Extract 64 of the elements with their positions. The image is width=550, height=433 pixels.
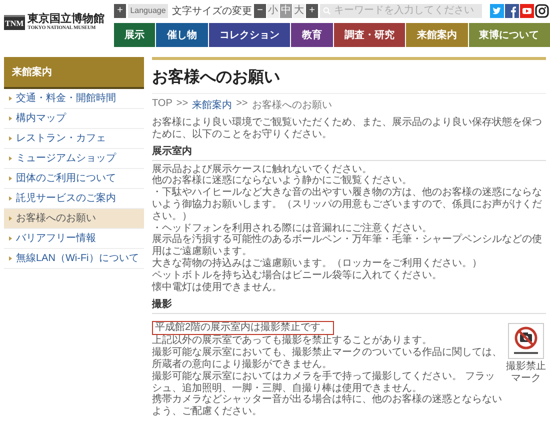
section-heading: 展示室内: [152, 144, 546, 161]
notice-line: 展示品を汚損する可能性のあるボールペン・万年筆・毛筆・シャープペンシルなどの使用はご遠慮願います。: [152, 234, 543, 258]
triangle-icon: [9, 156, 12, 161]
font-size-button[interactable]: 小: [267, 4, 279, 18]
notice-line: 携帯カメラなどシャッター音が出る場合は特に、他のお客様の迷惑とならないよう、ご配慮ください。: [152, 394, 502, 418]
nav-tab[interactable]: 催し物: [156, 23, 208, 47]
search-icon: [323, 6, 331, 14]
breadcrumb-separator: >>: [236, 98, 248, 111]
triangle-icon: [9, 136, 12, 141]
bird-icon[interactable]: [490, 4, 504, 18]
logo-mark[interactable]: TNM: [4, 14, 25, 30]
camera-icon[interactable]: [535, 4, 549, 18]
section-heading: 撮影: [152, 297, 546, 314]
triangle-icon: [9, 196, 12, 201]
search-field[interactable]: キーワードを入力してください: [320, 4, 482, 18]
notice-line: 懐中電灯は使用できません。: [152, 282, 283, 294]
triangle-icon: [9, 236, 12, 241]
page-title: お客様へのお願い: [152, 60, 546, 94]
sidebar-title: 来館案内: [4, 57, 144, 89]
nav-tab[interactable]: 展示: [114, 23, 156, 47]
notice-line: 他のお客様に迷惑にならないよう静かにご観覧ください。: [152, 175, 413, 186]
sidebar-item[interactable]: 交通・料金・開館時間: [4, 89, 144, 109]
font-size-button[interactable]: +: [306, 4, 318, 18]
triangle-icon: [9, 96, 12, 101]
museum-name: 東京国立博物館: [28, 13, 105, 26]
breadcrumb-item[interactable]: TOP: [152, 98, 172, 112]
sidebar-item[interactable]: バリアフリー情報: [4, 229, 144, 249]
language-button[interactable]: Language: [128, 4, 168, 18]
nav-tab[interactable]: コレクション: [208, 23, 290, 47]
notice-line: ・下駄やハイヒールなど大きな音の出やすい履き物の方は、他のお客様の迷惑にならないよう御協力お願いします。（スリッパの用意もございますので、係員にお声がけください。）: [152, 187, 543, 222]
sidebar-item[interactable]: 団体のご利用について: [4, 169, 144, 189]
nav-tab[interactable]: 東博について: [468, 23, 550, 47]
nav-tab[interactable]: 来館案内: [406, 23, 468, 47]
notice-line: ・ヘッドフォンを利用される際には音漏れにご注意ください。: [152, 222, 433, 234]
no-camera-sign-icon: [508, 323, 544, 360]
play-icon[interactable]: [520, 4, 534, 18]
triangle-icon: [9, 116, 12, 121]
notice-line: 撮影可能な展示室においても、撮影禁止マークのついている作品に関しては、所蔵者の意向により撮影ができません。: [152, 347, 502, 370]
language-toggle-button[interactable]: +: [114, 4, 126, 18]
notice-line: 撮影可能な展示室においてはカメラを手で持って撮影してください。 フラッシュ、追加照明、一脚・三脚、自撮り棒は使用できません。: [152, 370, 496, 394]
figure-caption: 撮影禁止マーク: [506, 361, 546, 386]
nav-tab[interactable]: 調査・研究: [334, 23, 406, 47]
breadcrumb-item: お客様へのお願い: [252, 98, 332, 112]
breadcrumb-link[interactable]: 来館案内: [192, 98, 232, 112]
breadcrumb-separator: >>: [176, 98, 188, 111]
notice-line: 展示品および展示ケースに触れないでください。: [152, 164, 373, 175]
intro-paragraph: お客様により良い環境でご観覧いただくため、また、展示品のより良い保存状態を保つために、以下のことをお守りください。: [152, 117, 543, 141]
sidebar-item[interactable]: ミュージアムショップ: [4, 149, 144, 169]
highlighted-notice: 平成館2階の展示室内は撮影禁止です。: [152, 321, 334, 336]
notice-line: 大きな荷物の持込みはご遠慮願います。（ロッカーをご利用ください。）: [152, 258, 483, 270]
font-size-label: 文字サイズの変更: [172, 4, 252, 18]
sidebar-item[interactable]: 構内マップ: [4, 109, 144, 129]
sidebar-item[interactable]: 無線LAN（Wi-Fi）について: [4, 249, 144, 269]
triangle-icon: [9, 176, 12, 181]
notice-line: ペットボトルを持ち込む場合はビニール袋等に入れてください。: [152, 270, 443, 282]
font-size-button[interactable]: 大: [293, 4, 305, 18]
nav-tab[interactable]: 教育: [291, 23, 333, 47]
triangle-icon: [9, 256, 12, 261]
font-size-button[interactable]: −: [254, 4, 266, 18]
sidebar-item[interactable]: レストラン・カフェ: [4, 129, 144, 149]
notice-line: 上記以外の展示室であっても撮影を禁止することがあります。: [152, 335, 433, 346]
facebook-icon[interactable]: [505, 4, 519, 18]
triangle-icon: [9, 216, 12, 221]
sidebar-item[interactable]: お客様へのお願い: [4, 209, 144, 229]
